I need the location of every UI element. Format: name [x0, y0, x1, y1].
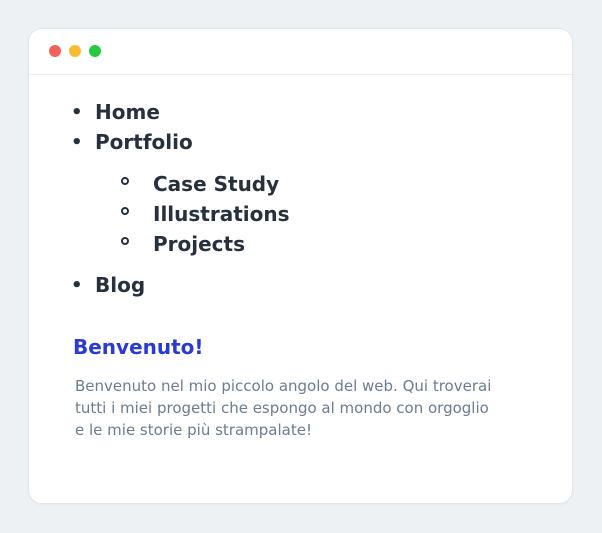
nav-subitem-projects[interactable]: Projects [121, 232, 245, 256]
bullet-icon: • [71, 275, 83, 296]
maximize-window-button[interactable] [89, 45, 101, 57]
nav-subitem-label[interactable]: Illustrations [153, 202, 290, 226]
circle-bullet-icon [121, 207, 129, 215]
bullet-icon: • [71, 102, 83, 123]
circle-bullet-icon [121, 237, 129, 245]
circle-bullet-icon [121, 177, 129, 185]
nav-subitem-illustrations[interactable]: Illustrations [121, 202, 290, 226]
nav-subitem-label[interactable]: Projects [153, 232, 245, 256]
nav-subitem-case-study[interactable]: Case Study [121, 172, 279, 196]
nav-item-home[interactable]: • Home [71, 100, 160, 126]
browser-window: • Home • Portfolio Case Study Illustration… [28, 28, 573, 504]
nav-subitem-label[interactable]: Case Study [153, 172, 279, 196]
bullet-icon: • [71, 132, 83, 153]
welcome-heading: Benvenuto! [73, 335, 204, 359]
window-titlebar [29, 29, 572, 75]
minimize-window-button[interactable] [69, 45, 81, 57]
nav-item-label[interactable]: Home [95, 100, 160, 124]
nav-item-label[interactable]: Blog [95, 273, 145, 297]
close-window-button[interactable] [49, 45, 61, 57]
nav-item-portfolio[interactable]: • Portfolio [71, 130, 193, 156]
nav-item-label[interactable]: Portfolio [95, 130, 193, 154]
welcome-text: Benvenuto nel mio piccolo angolo del web… [75, 377, 492, 439]
nav-item-blog[interactable]: • Blog [71, 273, 145, 299]
